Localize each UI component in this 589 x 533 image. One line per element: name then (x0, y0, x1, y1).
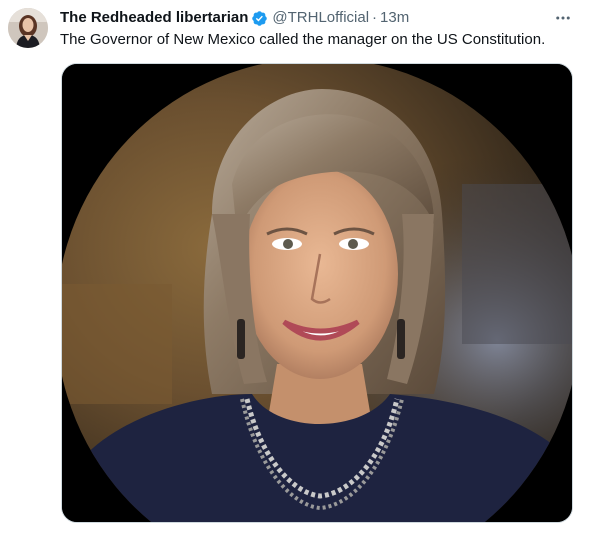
author-handle[interactable]: @TRHLofficial (272, 8, 369, 28)
more-horizontal-icon[interactable] (553, 8, 573, 28)
tweet-media-photo[interactable] (61, 63, 573, 523)
avatar[interactable] (8, 8, 48, 48)
tweet-header: The Redheaded libertarian @TRHLofficial … (60, 8, 409, 28)
tweet[interactable]: The Redheaded libertarian @TRHLofficial … (0, 0, 589, 533)
tweet-timestamp[interactable]: 13m (380, 8, 409, 28)
tweet-text: The Governor of New Mexico called the ma… (60, 31, 546, 48)
author-name[interactable]: The Redheaded libertarian (60, 8, 248, 28)
verified-badge-icon[interactable] (251, 10, 268, 27)
header-separator: · (372, 9, 378, 26)
